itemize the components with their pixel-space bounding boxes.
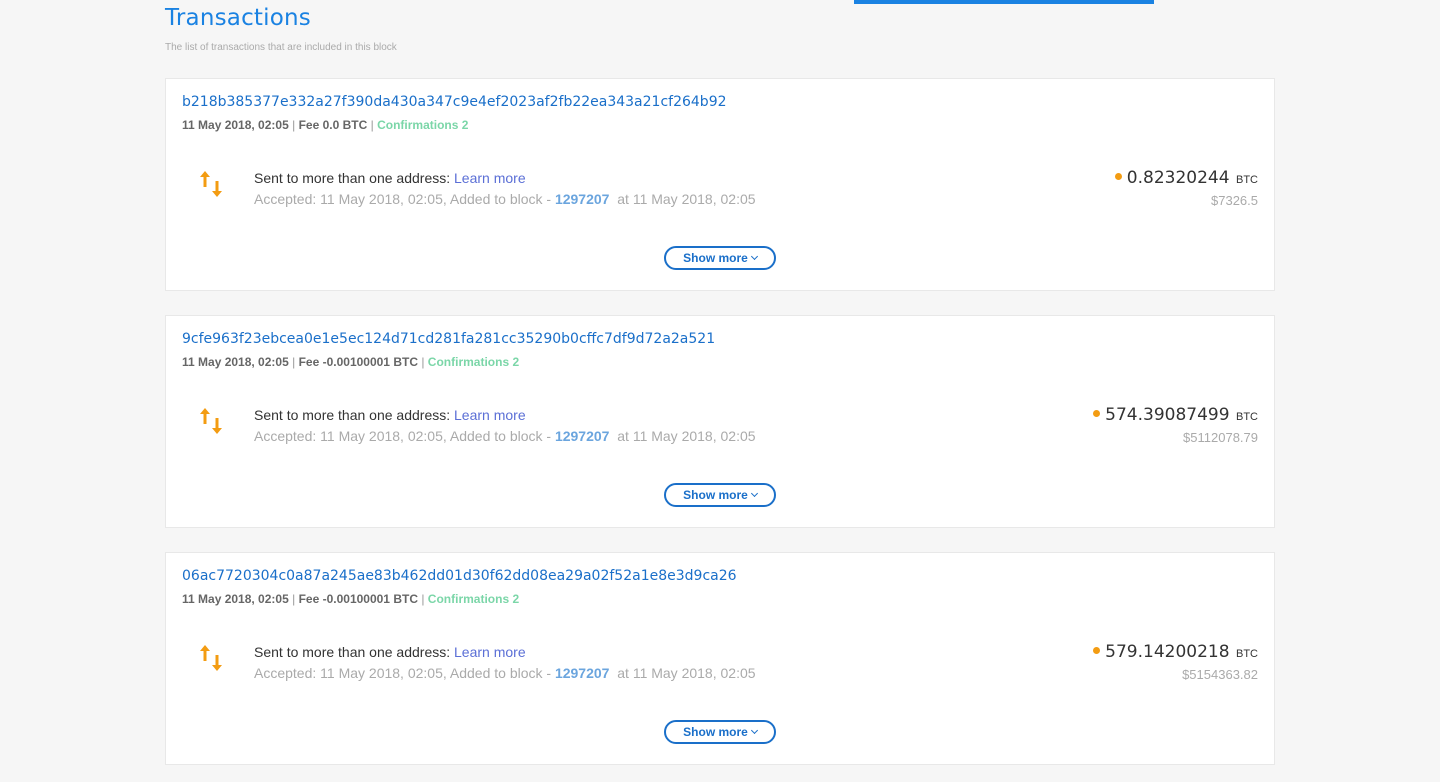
- learn-more-link[interactable]: Learn more: [454, 407, 526, 423]
- transaction-amount: 574.39087499 BTC $5112078.79: [1093, 405, 1258, 445]
- transaction-card: 06ac7720304c0a87a245ae83b462dd01d30f62dd…: [165, 552, 1275, 765]
- currency-unit: BTC: [1236, 648, 1258, 660]
- currency-unit: BTC: [1236, 174, 1258, 186]
- confirmations-badge: Confirmations 2: [377, 118, 469, 132]
- btc-amount: 574.39087499: [1105, 405, 1230, 425]
- accepted-info: Accepted: 11 May 2018, 02:05, Added to b…: [254, 426, 756, 447]
- accepted-suffix: at 11 May 2018, 02:05: [617, 665, 756, 681]
- section-header: Transactions The list of transactions th…: [165, 4, 397, 53]
- show-more-button[interactable]: Show more: [664, 483, 776, 507]
- page: Transactions The list of transactions th…: [0, 0, 1440, 782]
- accepted-suffix: at 11 May 2018, 02:05: [617, 191, 756, 207]
- block-link[interactable]: 1297207: [555, 428, 610, 444]
- usd-amount: $5154363.82: [1182, 667, 1258, 682]
- transaction-details: Sent to more than one address: Learn mor…: [254, 405, 756, 447]
- accepted-info: Accepted: 11 May 2018, 02:05, Added to b…: [254, 663, 756, 684]
- transaction-card: 9cfe963f23ebcea0e1e5ec124d71cd281fa281cc…: [165, 315, 1275, 528]
- transaction-card: b218b385377e332a27f390da430a347c9e4ef202…: [165, 78, 1275, 291]
- separator: |: [292, 592, 296, 606]
- sent-label: Sent to more than one address:: [254, 644, 451, 660]
- separator: |: [421, 592, 425, 606]
- transaction-hash-link[interactable]: b218b385377e332a27f390da430a347c9e4ef202…: [182, 94, 727, 110]
- usd-amount: $5112078.79: [1183, 430, 1258, 445]
- sent-label: Sent to more than one address:: [254, 170, 451, 186]
- transaction-meta: 11 May 2018, 02:05 | Fee -0.00100001 BTC…: [182, 592, 519, 606]
- transaction-list: b218b385377e332a27f390da430a347c9e4ef202…: [165, 78, 1275, 782]
- show-more-button[interactable]: Show more: [664, 720, 776, 744]
- btc-amount: 579.14200218: [1105, 642, 1230, 662]
- accepted-prefix: Accepted: 11 May 2018, 02:05, Added to b…: [254, 428, 552, 444]
- block-link[interactable]: 1297207: [555, 191, 610, 207]
- transaction-meta: 11 May 2018, 02:05 | Fee 0.0 BTC | Confi…: [182, 118, 468, 132]
- sent-label: Sent to more than one address:: [254, 407, 451, 423]
- confirmations-badge: Confirmations 2: [427, 592, 520, 606]
- section-title: Transactions: [165, 5, 311, 31]
- transaction-date: 11 May 2018, 02:05: [182, 592, 289, 606]
- btc-amount: 0.82320244: [1126, 168, 1230, 188]
- transaction-meta: 11 May 2018, 02:05 | Fee -0.00100001 BTC…: [182, 355, 519, 369]
- separator: |: [292, 355, 296, 369]
- section-subtitle: The list of transactions that are includ…: [165, 42, 397, 53]
- block-link[interactable]: 1297207: [555, 665, 610, 681]
- accepted-prefix: Accepted: 11 May 2018, 02:05, Added to b…: [254, 665, 552, 681]
- status-dot-icon: [1114, 173, 1122, 180]
- transaction-date: 11 May 2018, 02:05: [182, 118, 289, 132]
- show-more-label: Show more: [683, 488, 748, 502]
- transaction-fee: Fee -0.00100001 BTC: [298, 592, 418, 606]
- currency-unit: BTC: [1236, 411, 1258, 423]
- transaction-fee: Fee 0.0 BTC: [298, 118, 368, 132]
- separator: |: [292, 118, 296, 132]
- transaction-details: Sent to more than one address: Learn mor…: [254, 642, 756, 684]
- transaction-date: 11 May 2018, 02:05: [182, 355, 289, 369]
- chevron-down-icon: [750, 252, 758, 261]
- learn-more-link[interactable]: Learn more: [454, 170, 526, 186]
- accepted-prefix: Accepted: 11 May 2018, 02:05, Added to b…: [254, 191, 552, 207]
- transaction-amount: 579.14200218 BTC $5154363.82: [1093, 642, 1258, 682]
- show-more-label: Show more: [683, 725, 748, 739]
- status-dot-icon: [1093, 410, 1101, 417]
- chevron-down-icon: [750, 489, 758, 498]
- transaction-amount: 0.82320244 BTC $7326.5: [1114, 168, 1258, 208]
- transaction-fee: Fee -0.00100001 BTC: [298, 355, 418, 369]
- active-tab-indicator: [854, 0, 1154, 4]
- separator: |: [421, 355, 425, 369]
- show-more-label: Show more: [683, 251, 748, 265]
- show-more-button[interactable]: Show more: [664, 246, 776, 270]
- confirmations-badge: Confirmations 2: [427, 355, 520, 369]
- usd-amount: $7326.5: [1211, 193, 1258, 208]
- transaction-hash-link[interactable]: 06ac7720304c0a87a245ae83b462dd01d30f62dd…: [182, 568, 737, 584]
- status-dot-icon: [1093, 647, 1101, 654]
- transaction-hash-link[interactable]: 9cfe963f23ebcea0e1e5ec124d71cd281fa281cc…: [182, 331, 715, 347]
- transfer-arrows-icon: [200, 408, 222, 434]
- accepted-info: Accepted: 11 May 2018, 02:05, Added to b…: [254, 189, 756, 210]
- accepted-suffix: at 11 May 2018, 02:05: [617, 428, 756, 444]
- chevron-down-icon: [750, 726, 758, 735]
- learn-more-link[interactable]: Learn more: [454, 644, 526, 660]
- transfer-arrows-icon: [200, 171, 222, 197]
- separator: |: [370, 118, 374, 132]
- transfer-arrows-icon: [200, 645, 222, 671]
- transaction-details: Sent to more than one address: Learn mor…: [254, 168, 756, 210]
